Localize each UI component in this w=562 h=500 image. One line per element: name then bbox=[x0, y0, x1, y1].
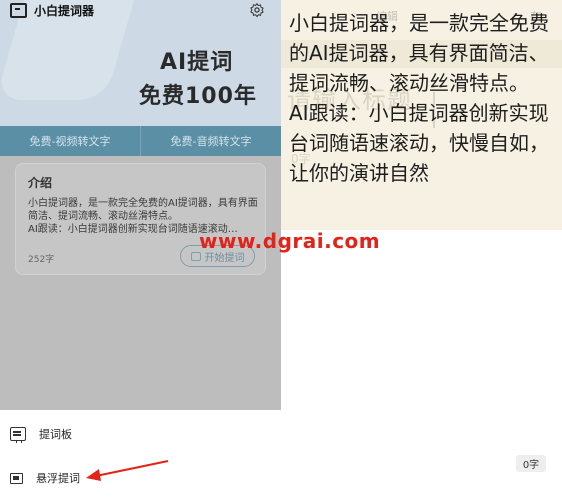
hero-subheading: 免费100年 bbox=[139, 84, 257, 109]
prompter-screen: 编辑 存 请输入标题 0字 小白提词器，是一款完全免费的AI提词器，具有界面简洁… bbox=[281, 0, 562, 230]
prompter-text: 小白提词器，是一款完全免费的AI提词器，具有界面简洁、提词流畅、滚动丝滑特点。 … bbox=[289, 11, 549, 185]
sheet-item-floating-prompter[interactable]: 悬浮提词 bbox=[10, 470, 80, 486]
prompter-board-icon bbox=[10, 427, 26, 443]
app-title: 小白提词器 bbox=[34, 4, 95, 18]
card-char-count: 252字 bbox=[28, 255, 55, 265]
app-logo-icon bbox=[10, 3, 27, 18]
tab-video-to-text[interactable]: 免费-视频转文字 bbox=[0, 126, 140, 156]
bottom-sheet: 提词板 悬浮提词 0字 bbox=[0, 410, 562, 500]
watermark-text: www.dgrai.com bbox=[199, 229, 381, 253]
intro-card[interactable]: 介绍 小白提词器，是一款完全免费的AI提词器，具有界面简洁、提词流畅、滚动丝滑特… bbox=[15, 163, 266, 275]
hero-heading: AI提词 bbox=[160, 50, 234, 75]
gear-icon[interactable] bbox=[249, 2, 265, 18]
tab-audio-to-text[interactable]: 免费-音频转文字 bbox=[141, 126, 281, 156]
char-count-badge: 0字 bbox=[516, 455, 546, 472]
sheet-item-prompter-board[interactable]: 提词板 bbox=[10, 426, 72, 443]
feature-tabs: 免费-视频转文字 免费-音频转文字 bbox=[0, 126, 281, 156]
floating-prompter-icon bbox=[10, 472, 23, 484]
sheet-item-label: 提词板 bbox=[39, 428, 72, 441]
hero-banner: 小白提词器 AI提词 免费100年 bbox=[0, 0, 281, 126]
sheet-item-label: 悬浮提词 bbox=[36, 472, 80, 485]
main-app-screen: 小白提词器 AI提词 免费100年 免费-视频转文字 免费-音频转文字 介绍 小… bbox=[0, 0, 281, 410]
card-title: 介绍 bbox=[28, 176, 53, 190]
